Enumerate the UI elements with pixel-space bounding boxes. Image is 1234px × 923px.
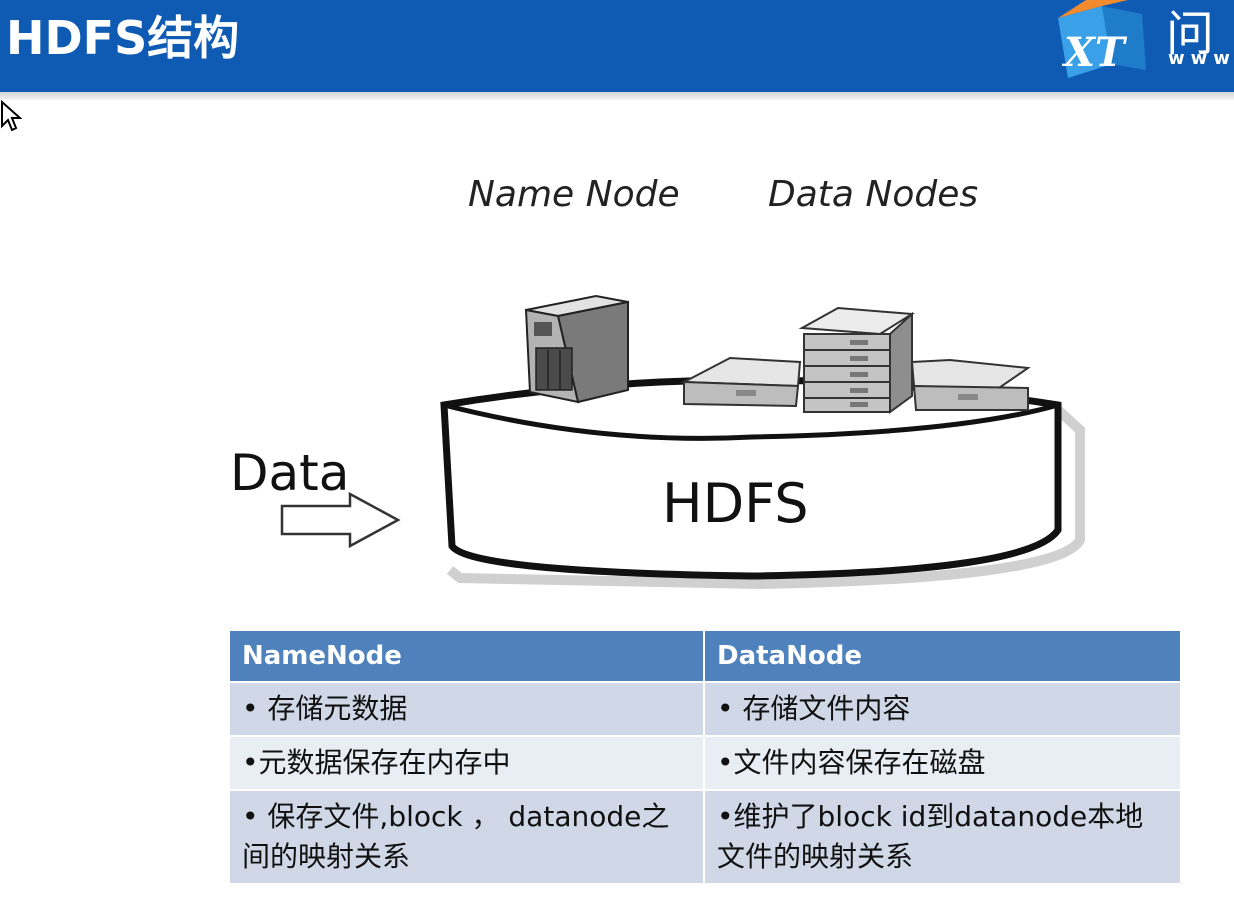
- datanode-cell: •文件内容保存在磁盘: [703, 735, 1182, 791]
- tower-server-icon: [524, 294, 629, 404]
- name-node-label: Name Node: [468, 174, 680, 215]
- hdfs-label: HDFS: [662, 472, 809, 535]
- table-row: • 保存文件,block ， datanode之间的映射关系 •维护了block…: [228, 789, 1182, 885]
- table-header-row: NameNode DataNode: [228, 629, 1182, 683]
- data-nodes-label: Data Nodes: [768, 174, 979, 215]
- namenode-cell: • 存储元数据: [228, 681, 705, 737]
- logo: XT 问 www: [1050, 0, 1234, 90]
- title-bar: HDFS结构 XT 问 www: [0, 0, 1234, 100]
- rack-server-icon: [910, 358, 1031, 411]
- header-namenode: NameNode: [228, 629, 705, 683]
- table-row: • 存储元数据 • 存储文件内容: [228, 681, 1182, 737]
- title-divider: [0, 92, 1234, 100]
- table-row: •元数据保存在内存中 •文件内容保存在磁盘: [228, 735, 1182, 791]
- data-label: Data: [230, 444, 350, 502]
- slide-title: HDFS结构: [6, 11, 240, 65]
- logo-www: www: [1168, 48, 1234, 69]
- datanode-cell: •维护了block id到datanode本地文件的映射关系: [703, 789, 1182, 885]
- logo-cube-icon: XT: [1058, 0, 1146, 78]
- datanode-cell: • 存储文件内容: [703, 681, 1182, 737]
- namenode-cell: •元数据保存在内存中: [228, 735, 705, 791]
- namenode-datanode-table: NameNode DataNode • 存储元数据 • 存储文件内容 •元数据保…: [228, 629, 1182, 885]
- mouse-cursor-icon: [1, 100, 22, 132]
- namenode-cell: • 保存文件,block ， datanode之间的映射关系: [228, 789, 705, 885]
- rack-server-stack-icon: [798, 306, 916, 414]
- header-datanode: DataNode: [703, 629, 1182, 683]
- logo-letters: XT: [1061, 29, 1128, 76]
- rack-server-icon: [680, 356, 802, 408]
- hdfs-diagram: Name Node Data Nodes Data HDFS: [0, 100, 1234, 620]
